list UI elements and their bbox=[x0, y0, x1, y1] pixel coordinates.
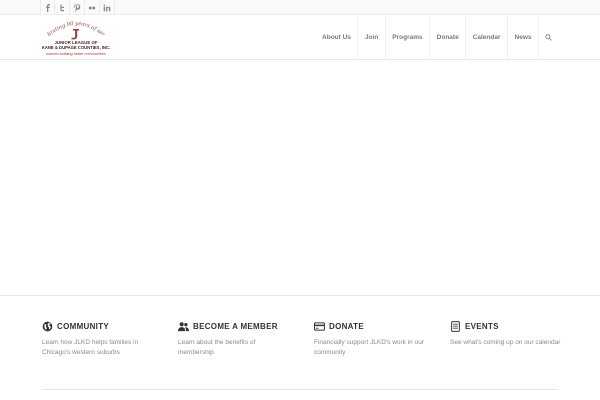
pinterest-icon bbox=[74, 3, 81, 12]
main-nav: About Us Join Programs Donate Calendar N… bbox=[316, 15, 558, 60]
feature-title: COMMUNITY bbox=[57, 321, 110, 331]
feature-title: DONATE bbox=[329, 321, 364, 331]
facebook-link[interactable] bbox=[40, 0, 55, 15]
logo-tagline: women building better communities bbox=[46, 52, 106, 56]
search-icon bbox=[545, 34, 552, 41]
feature-description: See what's coming up on our calendar bbox=[450, 339, 561, 346]
document-icon bbox=[451, 320, 460, 332]
feature-row: COMMUNITY Learn how JLKD helps families … bbox=[42, 320, 562, 365]
pinterest-link[interactable] bbox=[70, 0, 85, 15]
flickr-link[interactable] bbox=[85, 0, 100, 15]
feature-community[interactable]: COMMUNITY Learn how JLKD helps families … bbox=[42, 320, 162, 358]
feature-description: Learn about the benefits of membership bbox=[178, 339, 256, 356]
logo-mark bbox=[71, 29, 79, 40]
nav-item-news[interactable]: News bbox=[507, 15, 538, 60]
globe-icon bbox=[42, 321, 53, 331]
feature-title-row: BECOME A MEMBER bbox=[178, 320, 298, 332]
feature-title-row: EVENTS bbox=[450, 320, 570, 332]
social-bar bbox=[0, 0, 600, 15]
logo-line-2: KANE & DUPAGE COUNTIES, INC. bbox=[41, 45, 111, 50]
hero-area bbox=[0, 60, 600, 296]
feature-events[interactable]: EVENTS See what's coming up on our calen… bbox=[450, 320, 570, 348]
feature-title: EVENTS bbox=[465, 321, 499, 331]
users-icon bbox=[178, 321, 189, 331]
feature-title: BECOME A MEMBER bbox=[193, 321, 278, 331]
nav-item-donate[interactable]: Donate bbox=[429, 15, 465, 60]
twitter-icon bbox=[60, 4, 64, 11]
flickr-icon bbox=[88, 6, 96, 9]
facebook-icon bbox=[45, 3, 50, 12]
site-logo[interactable]: celebrating 90 years of service JUNIOR L… bbox=[40, 17, 112, 59]
linkedin-link[interactable] bbox=[100, 0, 115, 15]
credit-card-icon bbox=[314, 321, 325, 331]
nav-item-calendar[interactable]: Calendar bbox=[465, 15, 507, 60]
feature-title-row: COMMUNITY bbox=[42, 320, 162, 332]
feature-donate[interactable]: DONATE Financially support JLKD's work i… bbox=[314, 320, 434, 358]
feature-description: Learn how JLKD helps families in Chicago… bbox=[42, 339, 139, 356]
twitter-link[interactable] bbox=[55, 0, 70, 15]
nav-item-join[interactable]: Join bbox=[357, 15, 384, 60]
social-links bbox=[40, 0, 115, 15]
nav-item-about-us[interactable]: About Us bbox=[316, 15, 358, 60]
nav-item-programs[interactable]: Programs bbox=[384, 15, 429, 60]
section-divider bbox=[42, 389, 558, 390]
feature-description: Financially support JLKD's work in our c… bbox=[314, 339, 424, 356]
linkedin-icon bbox=[103, 4, 111, 11]
search-button[interactable] bbox=[538, 15, 558, 60]
feature-become-a-member[interactable]: BECOME A MEMBER Learn about the benefits… bbox=[178, 320, 298, 358]
feature-title-row: DONATE bbox=[314, 320, 434, 332]
